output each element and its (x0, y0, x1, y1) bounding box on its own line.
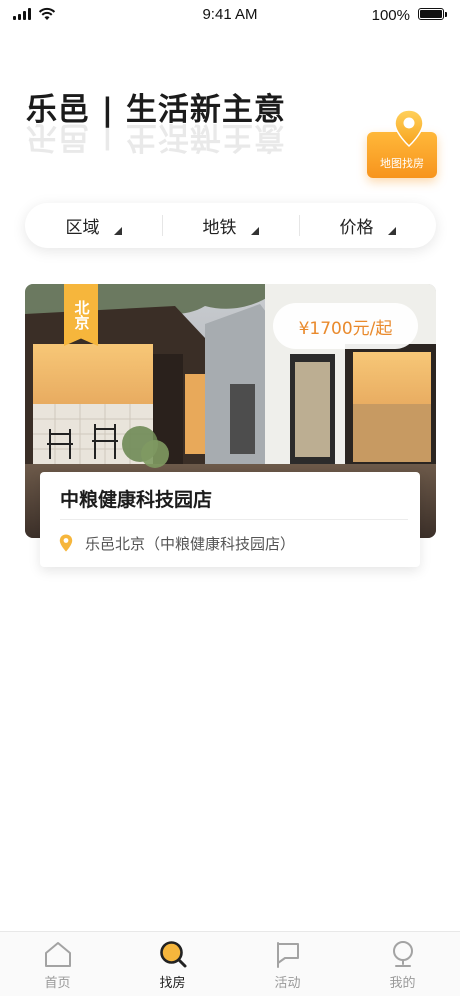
bottom-tab-bar: 首页 找房 活动 我的 (0, 931, 460, 996)
tab-find-room[interactable]: 找房 (115, 932, 230, 996)
filter-bar: 区域 地铁 价格 (25, 203, 436, 248)
price-text: ¥1700元/起 (298, 318, 393, 339)
filter-area[interactable]: 区域 (25, 203, 162, 248)
tab-home-label: 首页 (44, 976, 71, 991)
map-search-button-label: 地图找房 (380, 157, 424, 170)
page-title-reflection: 乐邑 | 生活新主意 (26, 119, 286, 155)
flag-icon (276, 942, 299, 968)
filter-area-label: 区域 (65, 218, 100, 238)
filter-price-label: 价格 (339, 218, 374, 238)
status-bar: 9:41 AM 100% (0, 0, 460, 30)
tab-profile[interactable]: 我的 (345, 932, 460, 996)
city-badge: 北京 (64, 284, 98, 346)
location-pin-icon (59, 534, 73, 552)
home-icon (44, 942, 71, 967)
tab-activity-label: 活动 (274, 976, 301, 991)
listing-info-panel: 中粮健康科技园店 乐邑北京（中粮健康科技园店） (40, 472, 420, 567)
listing-card[interactable]: 北京 ¥1700元/起 中粮健康科技园店 乐邑北京（中粮健康科技园店） (25, 284, 436, 568)
battery-percentage: 100% (371, 7, 410, 24)
tab-profile-label: 我的 (389, 976, 416, 991)
search-house-icon (159, 941, 186, 968)
listing-name: 中粮健康科技园店 (60, 489, 213, 511)
caret-down-icon (250, 226, 259, 235)
info-divider (60, 519, 408, 520)
caret-down-icon (113, 226, 122, 235)
listing-address: 乐邑北京（中粮健康科技园店） (85, 535, 296, 553)
battery-icon (418, 8, 447, 20)
caret-down-icon (387, 226, 396, 235)
price-badge: ¥1700元/起 (273, 303, 418, 349)
city-badge-text: 北京 (72, 300, 91, 330)
profile-icon (392, 941, 413, 967)
map-pin-icon (394, 109, 424, 148)
filter-price[interactable]: 价格 (299, 203, 436, 248)
tab-find-room-label: 找房 (159, 976, 186, 991)
filter-subway[interactable]: 地铁 (162, 203, 299, 248)
tab-home[interactable]: 首页 (0, 932, 115, 996)
tab-activity[interactable]: 活动 (230, 932, 345, 996)
filter-subway-label: 地铁 (202, 218, 237, 238)
